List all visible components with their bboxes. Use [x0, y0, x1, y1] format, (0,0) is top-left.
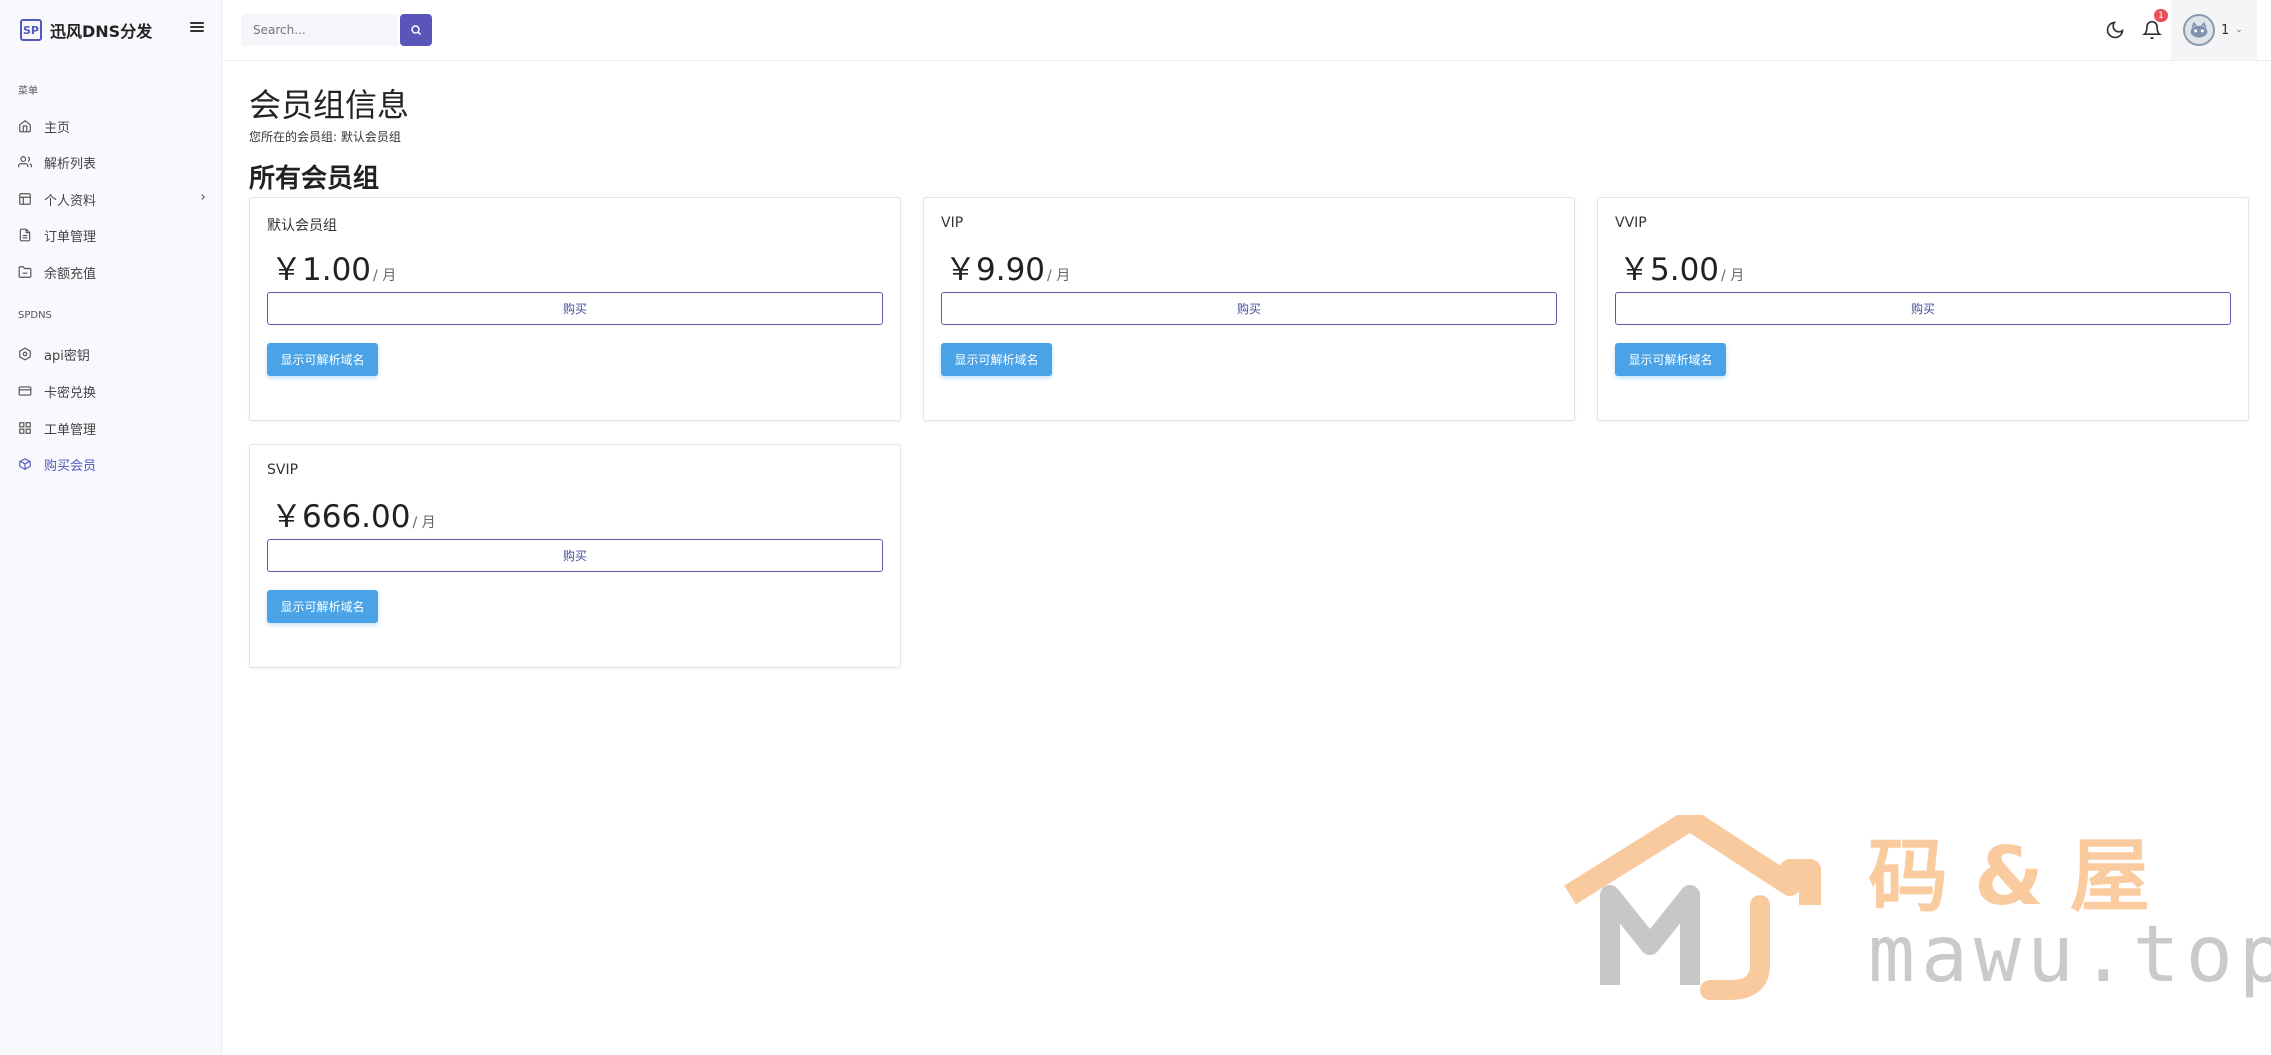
group-name: 默认会员组 — [267, 218, 337, 234]
sidebar-item-profile[interactable]: 个人资料 — [18, 186, 208, 212]
sidebar-item-label: api密钥 — [44, 348, 90, 364]
folder-icon — [18, 265, 32, 279]
price-amount: ￥5.00 — [1619, 252, 1720, 288]
group-price: ￥1.00 / 月 — [271, 244, 396, 289]
package-icon — [18, 457, 32, 471]
group-name: VVIP — [1615, 215, 1647, 231]
home-icon — [18, 119, 32, 133]
membership-card: VVIP ￥5.00 / 月 购买 显示可解析域名 — [1597, 197, 2249, 421]
top-bar: 1 1 ⌄ — [222, 0, 2271, 61]
buy-button[interactable]: 购买 — [1615, 292, 2231, 325]
grid-icon — [18, 421, 32, 435]
moon-icon[interactable] — [2105, 20, 2125, 40]
brand-name: 迅风DNS分发 — [50, 22, 153, 41]
sidebar-item-recharge[interactable]: 余额充值 — [18, 259, 208, 285]
chevron-down-icon: ⌄ — [2235, 25, 2243, 35]
sidebar-item-label: 订单管理 — [44, 229, 97, 245]
sidebar-item-tickets[interactable]: 工单管理 — [18, 415, 208, 441]
buy-button[interactable]: 购买 — [267, 539, 883, 572]
sidebar-item-label: 购买会员 — [44, 458, 97, 474]
sidebar-item-label: 工单管理 — [44, 422, 97, 438]
buy-button[interactable]: 购买 — [267, 292, 883, 325]
sidebar-item-api-key[interactable]: api密钥 — [18, 341, 208, 367]
search-icon — [411, 25, 422, 36]
price-amount: ￥666.00 — [271, 499, 411, 535]
watermark-en: mawu.top — [1868, 910, 2271, 1000]
sidebar-item-label: 解析列表 — [44, 156, 97, 172]
sidebar-item-buy-membership[interactable]: 购买会员 — [18, 451, 208, 477]
show-domains-button[interactable]: 显示可解析域名 — [267, 343, 378, 376]
users-icon — [18, 155, 32, 169]
group-price: ￥9.90 / 月 — [945, 244, 1070, 289]
sidebar-item-label: 主页 — [44, 120, 71, 136]
price-unit: / 月 — [373, 268, 397, 284]
price-amount: ￥9.90 — [945, 252, 1046, 288]
bell-icon — [2141, 20, 2163, 40]
show-domains-button[interactable]: 显示可解析域名 — [267, 590, 378, 623]
membership-card: SVIP ￥666.00 / 月 购买 显示可解析域名 — [249, 444, 901, 668]
show-domains-button[interactable]: 显示可解析域名 — [941, 343, 1052, 376]
sidebar-item-label: 个人资料 — [44, 193, 97, 209]
user-menu[interactable]: 1 ⌄ — [2171, 0, 2257, 60]
avatar-icon — [2190, 21, 2208, 38]
menu-toggle-icon[interactable] — [190, 20, 204, 34]
sidebar-item-card-redeem[interactable]: 卡密兑换 — [18, 378, 208, 404]
credit-card-icon — [18, 384, 32, 398]
group-name: VIP — [941, 215, 964, 231]
group-price: ￥666.00 / 月 — [271, 491, 436, 536]
sidebar-item-home[interactable]: 主页 — [18, 113, 208, 139]
show-domains-button[interactable]: 显示可解析域名 — [1615, 343, 1726, 376]
username: 1 — [2221, 22, 2230, 38]
sidebar-section-menu: 菜单 — [18, 86, 38, 97]
price-amount: ￥1.00 — [271, 252, 372, 288]
brand-logo: SP — [20, 19, 42, 41]
avatar — [2183, 14, 2215, 46]
price-unit: / 月 — [1721, 268, 1745, 284]
file-icon — [18, 228, 32, 242]
price-unit: / 月 — [412, 515, 436, 531]
buy-button[interactable]: 购买 — [941, 292, 1557, 325]
sidebar-item-orders[interactable]: 订单管理 — [18, 222, 208, 248]
membership-card: 默认会员组 ￥1.00 / 月 购买 显示可解析域名 — [249, 197, 901, 421]
group-name: SVIP — [267, 462, 299, 478]
table-icon — [18, 192, 32, 206]
membership-card: VIP ￥9.90 / 月 购买 显示可解析域名 — [923, 197, 1575, 421]
notification-badge: 1 — [2154, 9, 2168, 22]
page-title: 会员组信息 — [249, 86, 410, 124]
search-input[interactable] — [241, 14, 398, 46]
price-unit: / 月 — [1047, 268, 1071, 284]
hexagon-icon — [18, 347, 32, 361]
sidebar: SP 迅风DNS分发 菜单 主页 解析列表 个人资料 订单管理 余额充值 SPD… — [0, 0, 222, 1055]
chevron-right-icon — [201, 194, 205, 200]
sidebar-item-label: 余额充值 — [44, 266, 97, 282]
search-button[interactable] — [400, 14, 432, 46]
brand[interactable]: SP 迅风DNS分发 — [20, 18, 152, 42]
sidebar-section-spdns: SPDNS — [18, 310, 52, 321]
sidebar-item-label: 卡密兑换 — [44, 385, 97, 401]
groups-heading: 所有会员组 — [249, 164, 380, 194]
current-group-text: 您所在的会员组: 默认会员组 — [249, 130, 401, 144]
sidebar-item-dns-list[interactable]: 解析列表 — [18, 149, 208, 175]
group-price: ￥5.00 / 月 — [1619, 244, 1744, 289]
